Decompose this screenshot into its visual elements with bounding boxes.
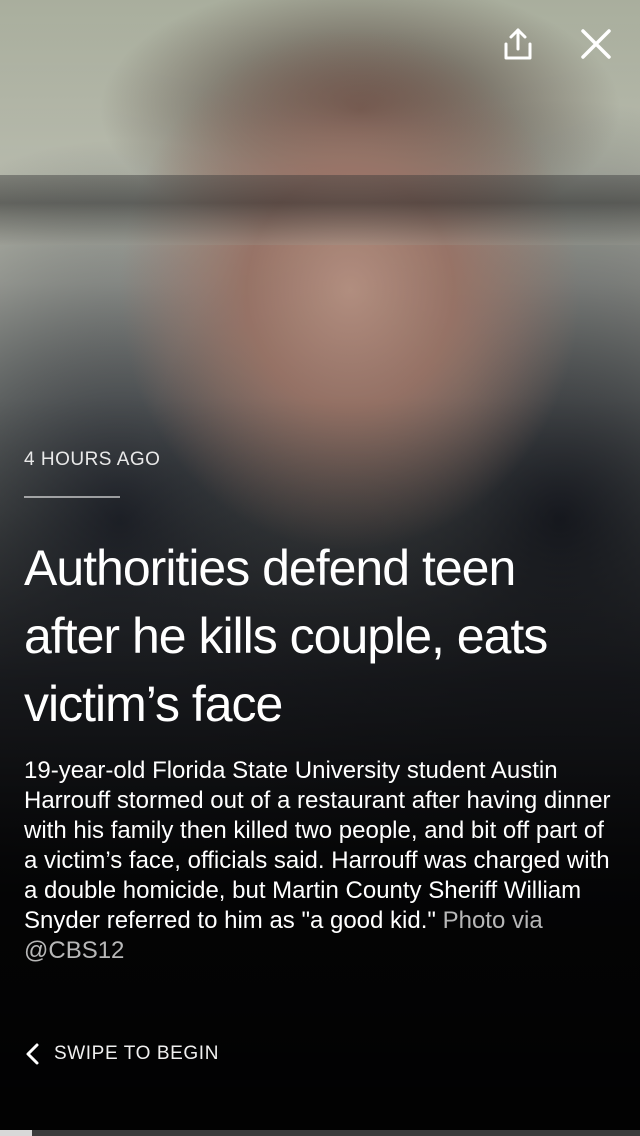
chevron-left-icon xyxy=(26,1043,39,1065)
story-progress-track xyxy=(0,1130,640,1136)
story-progress-fill xyxy=(0,1130,32,1136)
story-screen: 4 HOURS AGO Authorities defend teen afte… xyxy=(0,0,640,1136)
share-button[interactable] xyxy=(496,22,540,66)
top-actions xyxy=(496,22,618,66)
divider xyxy=(24,496,120,498)
swipe-to-begin[interactable]: SWIPE TO BEGIN xyxy=(24,1042,219,1066)
story-timestamp: 4 HOURS AGO xyxy=(24,449,161,470)
story-headline: Authorities defend teen after he kills c… xyxy=(24,540,548,732)
share-icon xyxy=(504,28,532,60)
close-icon xyxy=(581,29,611,59)
story-summary: 19-year-old Florida State University stu… xyxy=(24,756,620,966)
story-content: 4 HOURS AGO Authorities defend teen afte… xyxy=(24,448,620,966)
close-button[interactable] xyxy=(574,22,618,66)
swipe-label: SWIPE TO BEGIN xyxy=(54,1043,220,1064)
